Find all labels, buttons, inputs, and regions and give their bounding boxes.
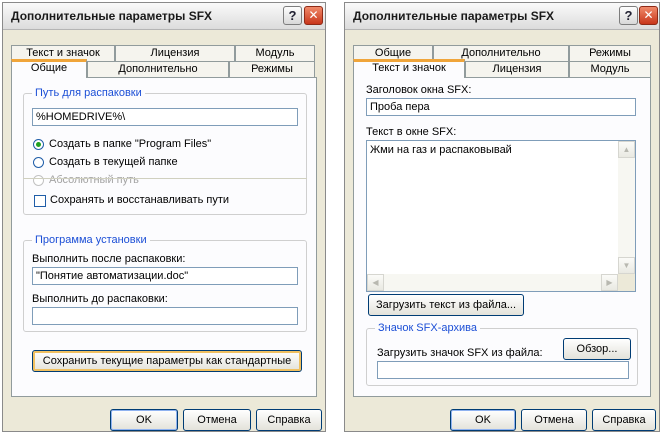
horizontal-scrollbar[interactable]: ◀ ▶	[367, 274, 618, 291]
dialog-title: Дополнительные параметры SFX	[353, 9, 555, 23]
separator	[23, 178, 307, 179]
scroll-down-icon[interactable]: ▼	[618, 257, 635, 274]
load-icon-label: Загрузить значок SFX из файла:	[377, 347, 543, 359]
save-restore-paths-checkbox[interactable]	[34, 195, 46, 207]
tab-module[interactable]: Модуль	[569, 61, 651, 77]
window-title-input[interactable]: Проба пера	[366, 98, 636, 116]
tab-row-front: Общие Дополнительно Режимы	[11, 59, 315, 78]
extract-path-legend: Путь для распаковки	[32, 87, 145, 99]
title-bar[interactable]: Дополнительные параметры SFX ? ✕	[3, 3, 325, 30]
radio-current-folder[interactable]	[33, 157, 44, 168]
run-before-input[interactable]	[32, 307, 298, 325]
vertical-scrollbar[interactable]: ▲ ▼	[618, 141, 635, 274]
scroll-left-icon[interactable]: ◀	[367, 274, 384, 291]
tab-general[interactable]: Общие	[11, 59, 87, 78]
radio-current-folder-label[interactable]: Создать в текущей папке	[49, 156, 178, 168]
title-bar[interactable]: Дополнительные параметры SFX ? ✕	[345, 3, 659, 30]
sfx-options-dialog-text-and-icon: Дополнительные параметры SFX ? ✕ Общие Д…	[344, 2, 660, 432]
help-button[interactable]: Справка	[592, 409, 656, 431]
tab-advanced[interactable]: Дополнительно	[87, 61, 229, 77]
extract-path-input[interactable]: %HOMEDRIVE%\	[32, 108, 298, 126]
run-after-label: Выполнить после распаковки:	[32, 253, 186, 265]
window-text-area[interactable]: Жми на газ и распаковывай ▲ ▼ ◀ ▶	[366, 140, 636, 292]
scrollbar-corner	[618, 274, 635, 291]
ok-button[interactable]: OK	[110, 409, 178, 431]
icon-path-input[interactable]	[377, 361, 629, 379]
setup-program-legend: Программа установки	[32, 234, 150, 246]
window-text-label: Текст в окне SFX:	[366, 126, 457, 138]
cancel-button[interactable]: Отмена	[183, 409, 251, 431]
window-title-label: Заголовок окна SFX:	[366, 84, 472, 96]
tab-license[interactable]: Лицензия	[115, 45, 235, 61]
close-icon[interactable]: ✕	[304, 6, 323, 25]
setup-program-group: Программа установки Выполнить после расп…	[23, 234, 307, 332]
run-before-label: Выполнить до распаковки:	[32, 293, 168, 305]
save-defaults-button[interactable]: Сохранить текущие параметры как стандарт…	[32, 350, 302, 372]
save-restore-paths-label[interactable]: Сохранять и восстанавливать пути	[50, 194, 229, 206]
cancel-button[interactable]: Отмена	[521, 409, 587, 431]
ok-button[interactable]: OK	[450, 409, 516, 431]
sfx-options-dialog-general: Дополнительные параметры SFX ? ✕ Текст и…	[2, 2, 326, 432]
radio-absolute-path	[33, 175, 44, 186]
help-button[interactable]: Справка	[256, 409, 322, 431]
tab-modes[interactable]: Режимы	[569, 45, 651, 61]
radio-selected-dot	[36, 142, 41, 147]
tab-text-and-icon[interactable]: Текст и значок	[353, 59, 465, 78]
sfx-icon-group: Значок SFX-архива Загрузить значок SFX и…	[366, 322, 638, 386]
tab-row-front: Текст и значок Лицензия Модуль	[353, 59, 651, 78]
help-icon[interactable]: ?	[283, 6, 302, 25]
browse-button[interactable]: Обзор...	[563, 338, 631, 360]
radio-absolute-path-label: Абсолютный путь	[49, 174, 139, 186]
tab-module[interactable]: Модуль	[235, 45, 315, 61]
tab-panel-text-and-icon: Заголовок окна SFX: Проба пера Текст в о…	[353, 77, 651, 397]
run-after-input[interactable]: "Понятие автоматизации.doc"	[32, 267, 298, 285]
radio-program-files[interactable]	[33, 139, 44, 150]
window-text-content: Жми на газ и распаковывай	[370, 144, 512, 156]
close-icon[interactable]: ✕	[639, 6, 658, 25]
scroll-right-icon[interactable]: ▶	[601, 274, 618, 291]
scroll-up-icon[interactable]: ▲	[618, 141, 635, 158]
dialog-title: Дополнительные параметры SFX	[11, 9, 213, 23]
radio-program-files-label[interactable]: Создать в папке "Program Files"	[49, 138, 211, 150]
sfx-icon-legend: Значок SFX-архива	[375, 322, 480, 334]
tab-license[interactable]: Лицензия	[465, 61, 569, 77]
help-icon[interactable]: ?	[619, 6, 638, 25]
tab-panel-general: Путь для распаковки %HOMEDRIVE%\ Создать…	[11, 77, 317, 397]
tab-modes[interactable]: Режимы	[229, 61, 315, 77]
load-text-button[interactable]: Загрузить текст из файла...	[368, 294, 524, 316]
